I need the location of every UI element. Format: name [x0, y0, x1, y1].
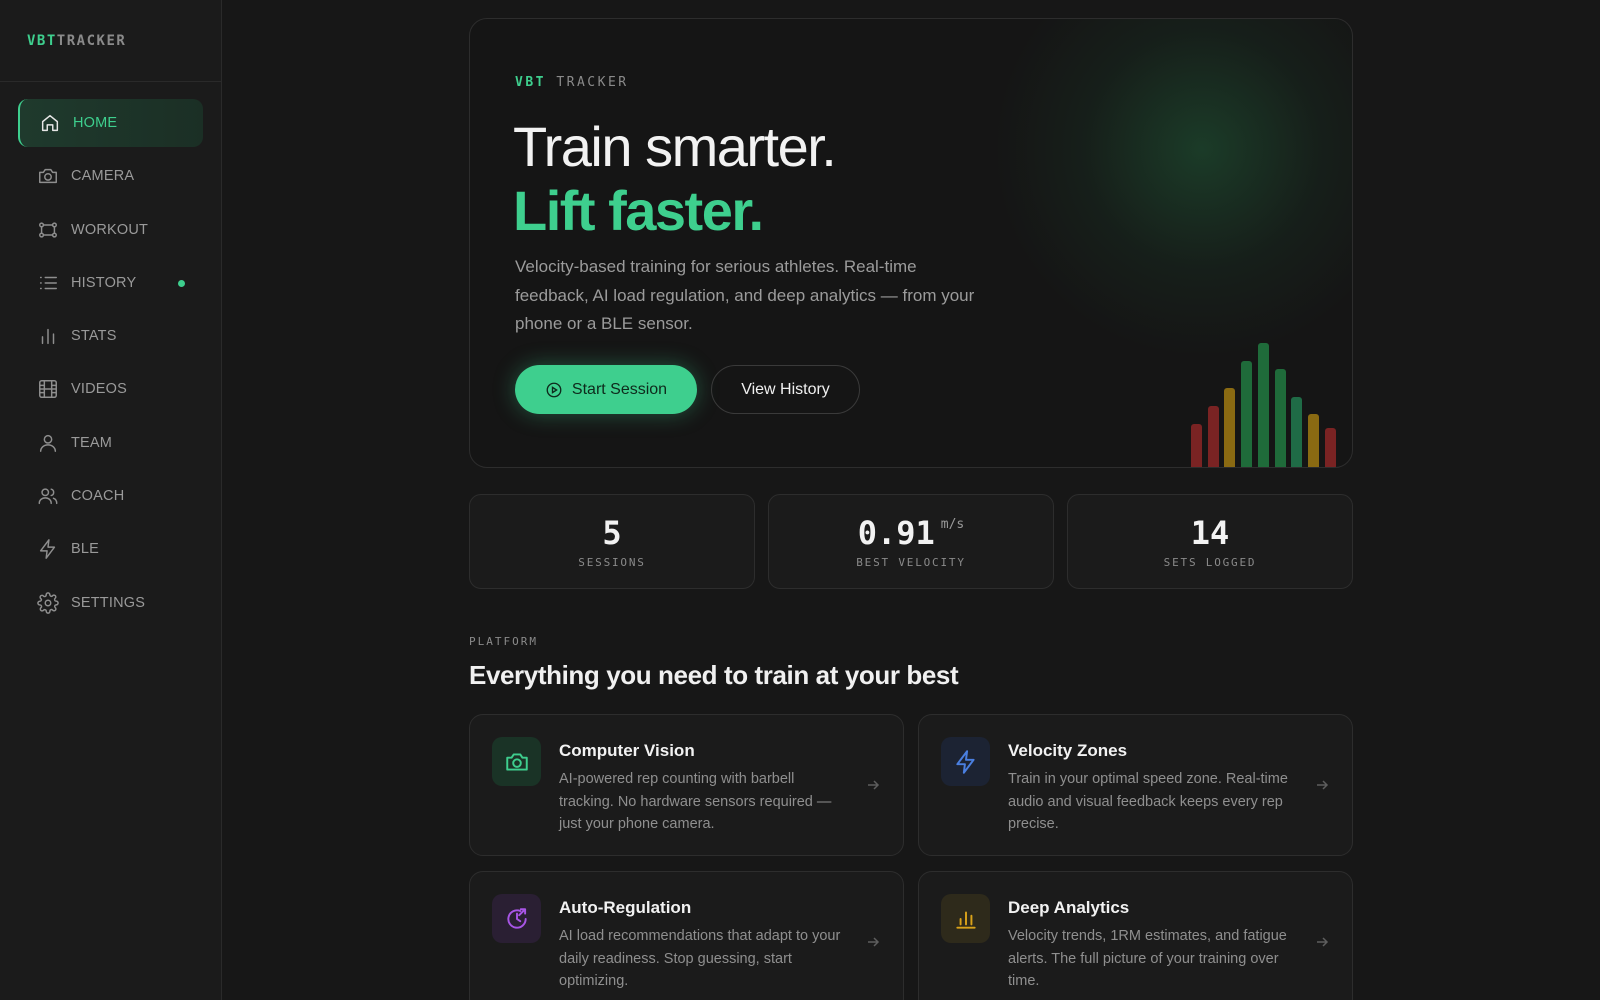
stats-row: 5 SESSIONS 0.91 m/s BEST VELOCITY 14 SETS…: [469, 494, 1353, 589]
sidebar-item-coach[interactable]: COACH: [18, 472, 203, 520]
decor-bar: [1191, 424, 1202, 467]
stat-label: SESSIONS: [578, 556, 646, 569]
arrow-right-icon: [865, 777, 881, 793]
sidebar-nav: HOME CAMERA WORKOUT HISTORY STATS VIDEOS…: [0, 82, 221, 649]
decor-bar: [1324, 428, 1336, 467]
platform-title: Everything you need to train at your bes…: [469, 660, 959, 690]
sidebar-item-history[interactable]: HISTORY: [18, 259, 203, 307]
sidebar-item-label: CAMERA: [71, 168, 135, 185]
sidebar-item-label: HISTORY: [71, 274, 137, 291]
sidebar-item-label: VIDEOS: [71, 381, 127, 398]
sidebar-item-home[interactable]: HOME: [18, 99, 203, 147]
users-icon: [37, 485, 59, 507]
feature-title: Velocity Zones: [1008, 741, 1128, 760]
feature-title: Computer Vision: [559, 741, 695, 760]
camera-icon: [37, 165, 59, 187]
stat-unit: m/s: [940, 517, 965, 532]
stat-card-best-velocity: 0.91 m/s BEST VELOCITY: [768, 494, 1054, 589]
sidebar-item-ble[interactable]: BLE: [18, 525, 203, 573]
decor-bar: [1224, 388, 1236, 467]
play-icon: [546, 382, 562, 397]
feature-description: Train in your optimal speed zone. Real-t…: [1008, 771, 1288, 832]
decor-bar: [1257, 343, 1269, 467]
camera-icon: [492, 737, 541, 786]
feature-card-computer-vision[interactable]: Computer Vision AI-powered rep counting …: [469, 714, 904, 856]
sidebar-item-workout[interactable]: WORKOUT: [18, 206, 203, 254]
stat-value: 0.91: [857, 514, 935, 552]
hero-description: Velocity-based training for serious athl…: [515, 257, 975, 333]
brand-part-vbt: VBT: [27, 32, 57, 49]
stat-card-sets-logged: 14 SETS LOGGED: [1067, 494, 1353, 589]
stat-value: 5: [602, 514, 622, 552]
decor-bar: [1207, 406, 1219, 467]
arrow-right-icon: [865, 934, 881, 950]
feature-title: Auto-Regulation: [559, 898, 692, 917]
stat-label: SETS LOGGED: [1163, 556, 1257, 569]
hero-tag: VBT TRACKER: [515, 75, 629, 90]
sidebar-item-label: WORKOUT: [71, 221, 149, 238]
gear-icon: [37, 591, 59, 614]
feature-description: AI load recommendations that adapt to yo…: [559, 928, 841, 989]
arrow-right-icon: [1314, 934, 1330, 950]
sidebar-item-team[interactable]: TEAM: [18, 419, 203, 467]
film-icon: [37, 378, 59, 400]
sidebar: VBT TRACKER HOME CAMERA WORKOUT HISTORY S…: [0, 0, 222, 1000]
platform-tag: PLATFORM: [469, 635, 538, 648]
bolt-icon: [941, 737, 990, 786]
sidebar-item-label: BLE: [71, 541, 100, 558]
hero-glow: [992, 19, 1352, 359]
brand-part-tracker: TRACKER: [56, 32, 127, 49]
sidebar-item-stats[interactable]: STATS: [18, 312, 203, 360]
arrow-right-icon: [1314, 777, 1330, 793]
start-session-label: Start Session: [571, 380, 668, 398]
bar-chart-icon: [37, 325, 59, 347]
decor-bar: [1291, 397, 1303, 467]
decor-bar: [1274, 369, 1286, 467]
stat-value: 14: [1190, 514, 1230, 552]
feature-description: Velocity trends, 1RM estimates, and fati…: [1008, 928, 1287, 989]
feature-card-auto-regulation[interactable]: Auto-Regulation AI load recommendations …: [469, 871, 904, 1000]
bolt-icon: [37, 538, 59, 560]
feature-title: Deep Analytics: [1008, 898, 1130, 917]
feature-card-velocity-zones[interactable]: Velocity Zones Train in your optimal spe…: [918, 714, 1353, 856]
stat-card-sessions: 5 SESSIONS: [469, 494, 755, 589]
hero-card: VBT TRACKER Train smarter. Lift faster. …: [469, 18, 1353, 468]
sidebar-item-label: TEAM: [71, 434, 113, 451]
bar-chart-icon: [941, 894, 990, 943]
sidebar-item-label: HOME: [73, 115, 118, 131]
decor-bar: [1307, 414, 1319, 467]
user-icon: [37, 432, 59, 454]
main-content: VBT TRACKER Train smarter. Lift faster. …: [469, 18, 1353, 1000]
start-session-button[interactable]: Start Session: [515, 365, 697, 414]
workout-icon: [37, 219, 59, 241]
hero-tag-vbt: VBT: [515, 75, 546, 90]
brand-logo[interactable]: VBT TRACKER: [0, 0, 221, 82]
notification-dot: [178, 279, 185, 287]
decor-bar: [1241, 361, 1253, 467]
sidebar-item-videos[interactable]: VIDEOS: [18, 365, 203, 413]
hero-subheadline: Lift faster.: [513, 179, 764, 242]
view-history-label: View History: [741, 380, 830, 398]
feature-description: AI-powered rep counting with barbell tra…: [559, 771, 832, 832]
home-icon: [39, 112, 61, 134]
auto-regulation-icon: [492, 894, 541, 943]
sidebar-item-camera[interactable]: CAMERA: [18, 152, 203, 200]
hero-tag-tracker: TRACKER: [556, 75, 629, 90]
list-icon: [37, 272, 59, 294]
sidebar-item-settings[interactable]: SETTINGS: [18, 579, 203, 627]
sidebar-item-label: SETTINGS: [71, 594, 146, 611]
view-history-button[interactable]: View History: [711, 365, 860, 414]
sidebar-item-label: STATS: [71, 328, 117, 345]
hero-headline: Train smarter.: [513, 115, 837, 178]
feature-card-deep-analytics[interactable]: Deep Analytics Velocity trends, 1RM esti…: [918, 871, 1353, 1000]
sidebar-item-label: COACH: [71, 488, 125, 505]
stat-label: BEST VELOCITY: [856, 556, 966, 569]
velocity-bars-decoration: [1191, 337, 1336, 467]
